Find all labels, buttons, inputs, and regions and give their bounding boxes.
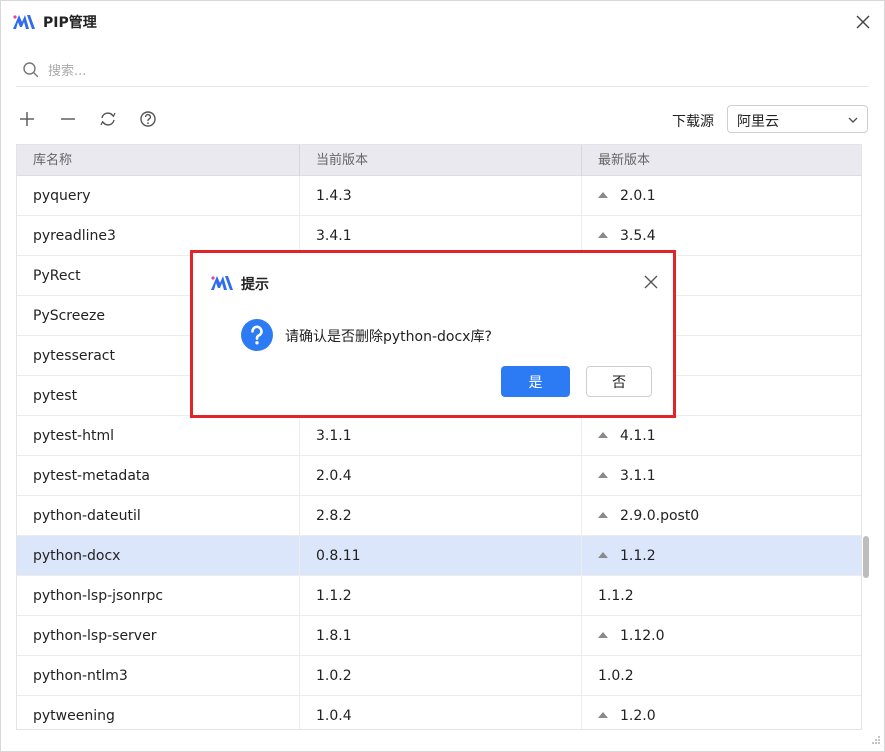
latest-version-cell: 1.12.0	[581, 616, 861, 656]
scrollbar[interactable]	[862, 144, 870, 730]
latest-version-cell: 2.9.0.post0	[581, 496, 861, 536]
latest-version-text: 3.1.1	[620, 468, 656, 484]
confirm-no-button[interactable]: 否	[586, 366, 652, 397]
source-select[interactable]: 阿里云	[727, 105, 868, 133]
package-name-cell: pyquery	[33, 188, 91, 204]
scrollbar-thumb[interactable]	[863, 536, 869, 578]
source-value: 阿里云	[737, 114, 779, 130]
table-row[interactable]: pyquery 1.4.3 2.0.1	[17, 176, 861, 216]
plus-icon[interactable]	[16, 108, 38, 130]
current-version-cell: 2.8.2	[299, 496, 581, 536]
current-version-cell: 1.8.1	[299, 616, 581, 656]
upgrade-arrow-icon[interactable]	[598, 472, 608, 478]
package-name-cell: pytest-metadata	[33, 468, 150, 484]
upgrade-arrow-icon[interactable]	[598, 552, 608, 558]
column-header-latest-version[interactable]: 最新版本	[581, 145, 861, 176]
search-bar	[16, 54, 869, 87]
upgrade-arrow-icon[interactable]	[598, 632, 608, 638]
package-name-cell: python-dateutil	[33, 508, 141, 524]
table-row[interactable]: python-docx 0.8.11 1.1.2	[17, 536, 861, 576]
package-name-cell: python-lsp-jsonrpc	[33, 588, 164, 604]
package-name-cell: python-ntlm3	[33, 668, 128, 684]
current-version-cell: 3.1.1	[299, 416, 581, 456]
upgrade-arrow-icon[interactable]	[598, 432, 608, 438]
current-version-cell: 2.0.4	[299, 456, 581, 496]
table-row[interactable]: python-lsp-server 1.8.1 1.12.0	[17, 616, 861, 656]
latest-version-text: 3.5.4	[620, 228, 656, 244]
package-name-cell: python-docx	[33, 548, 121, 564]
latest-version-text: 4.1.1	[620, 428, 656, 444]
table-row[interactable]: python-dateutil 2.8.2 2.9.0.post0	[17, 496, 861, 536]
current-version-cell: 1.0.4	[299, 696, 581, 729]
dialog-title: 提示	[241, 277, 269, 293]
package-name-cell: pytweening	[33, 708, 115, 724]
title-bar: PIP管理	[1, 1, 884, 43]
confirm-yes-button[interactable]: 是	[501, 366, 570, 397]
app-logo-icon	[13, 15, 35, 29]
latest-version-cell: 1.0.2	[581, 656, 861, 696]
upgrade-arrow-icon[interactable]	[598, 232, 608, 238]
latest-version-cell: 1.1.2	[581, 576, 861, 616]
table-row[interactable]: pytest-html 3.1.1 4.1.1	[17, 416, 861, 456]
search-input[interactable]	[46, 58, 830, 84]
chevron-down-icon	[848, 117, 858, 123]
package-name-cell: pytest-html	[33, 428, 114, 444]
latest-version-cell: 2.0.1	[581, 176, 861, 216]
close-icon[interactable]	[852, 11, 874, 33]
package-table: 库名称 当前版本 最新版本 pyquery 1.4.3 2.0.1 pyreadlin…	[16, 144, 862, 730]
latest-version-text: 1.1.2	[620, 548, 656, 564]
table-row[interactable]: python-lsp-jsonrpc 1.1.2 1.1.2	[17, 576, 861, 616]
help-icon[interactable]	[137, 108, 159, 130]
current-version-cell: 1.0.2	[299, 656, 581, 696]
table-row[interactable]: python-ntlm3 1.0.2 1.0.2	[17, 656, 861, 696]
toolbar: 下载源 阿里云	[16, 105, 871, 135]
latest-version-cell: 4.1.1	[581, 416, 861, 456]
upgrade-arrow-icon[interactable]	[598, 712, 608, 718]
latest-version-cell: 1.1.2	[581, 536, 861, 576]
latest-version-text: 1.0.2	[598, 668, 634, 684]
table-row[interactable]: pytweening 1.0.4 1.2.0	[17, 696, 861, 729]
latest-version-cell: 1.2.0	[581, 696, 861, 729]
question-icon	[241, 319, 273, 351]
latest-version-text: 2.9.0.post0	[620, 508, 700, 524]
upgrade-arrow-icon[interactable]	[598, 192, 608, 198]
table-header: 库名称 当前版本 最新版本	[17, 145, 861, 176]
latest-version-text: 1.2.0	[620, 708, 656, 724]
minus-icon[interactable]	[57, 108, 79, 130]
search-icon	[23, 62, 39, 78]
upgrade-arrow-icon[interactable]	[598, 512, 608, 518]
source-label: 下载源	[672, 114, 714, 130]
dialog-message: 请确认是否删除python-docx库?	[285, 329, 492, 345]
latest-version-text: 2.0.1	[620, 188, 656, 204]
confirm-dialog: 提示 请确认是否删除python-docx库? 是 否	[190, 250, 676, 418]
package-name-cell: python-lsp-server	[33, 628, 157, 644]
table-row[interactable]: pytest-metadata 2.0.4 3.1.1	[17, 456, 861, 496]
column-header-current-version[interactable]: 当前版本	[299, 145, 581, 176]
current-version-cell: 1.1.2	[299, 576, 581, 616]
latest-version-text: 1.12.0	[620, 628, 665, 644]
window-title: PIP管理	[43, 15, 97, 31]
latest-version-text: 1.1.2	[598, 588, 634, 604]
pip-manager-window: PIP管理 下载源	[0, 0, 885, 752]
current-version-cell: 1.4.3	[299, 176, 581, 216]
refresh-icon[interactable]	[97, 108, 119, 130]
latest-version-cell: 3.1.1	[581, 456, 861, 496]
close-icon[interactable]	[642, 273, 660, 291]
app-logo-icon	[211, 276, 233, 290]
current-version-cell: 0.8.11	[299, 536, 581, 576]
resize-grip-icon[interactable]	[871, 735, 881, 745]
column-header-name[interactable]: 库名称	[17, 145, 299, 176]
